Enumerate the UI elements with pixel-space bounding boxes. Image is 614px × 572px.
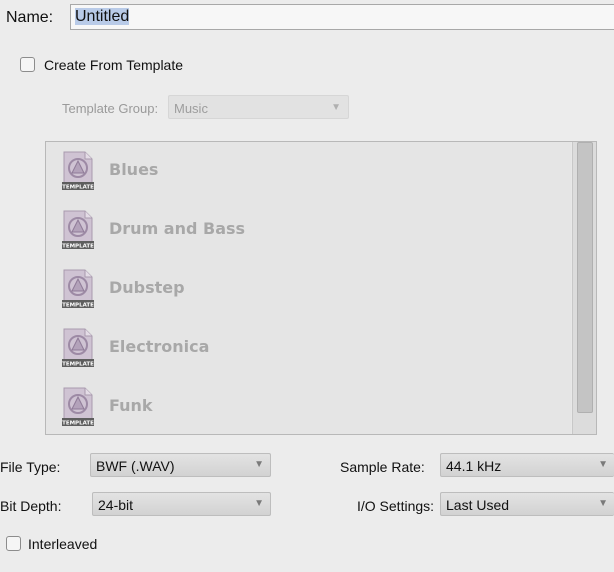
sample-rate-value: 44.1 kHz [446, 458, 502, 474]
sample-rate-select[interactable]: 44.1 kHz ▼ [440, 453, 614, 477]
template-list-item[interactable]: TEMPLATE Drum and Bass [46, 201, 571, 261]
file-type-select[interactable]: BWF (.WAV) ▼ [90, 453, 271, 477]
template-icon-caption: TEMPLATE [62, 362, 94, 368]
template-group-value: Music [174, 101, 208, 116]
file-type-value: BWF (.WAV) [96, 458, 175, 474]
template-list-item[interactable]: TEMPLATE Blues [46, 142, 571, 202]
bit-depth-select[interactable]: 24-bit ▼ [92, 492, 271, 516]
template-name: Dubstep [109, 278, 185, 297]
template-file-icon: TEMPLATE [61, 210, 95, 250]
template-file-icon: TEMPLATE [61, 387, 95, 427]
template-name: Electronica [109, 337, 210, 356]
io-settings-value: Last Used [446, 497, 510, 513]
template-file-icon: TEMPLATE [61, 151, 95, 191]
template-icon-caption: TEMPLATE [62, 303, 94, 309]
scrollbar-thumb[interactable] [577, 142, 593, 413]
session-name-value: Untitled [75, 8, 130, 25]
name-label: Name: [6, 9, 54, 26]
file-type-label: File Type: [0, 459, 61, 475]
sample-rate-label: Sample Rate: [340, 459, 425, 475]
chevron-down-icon: ▼ [254, 498, 264, 509]
interleaved-label[interactable]: Interleaved [28, 536, 97, 552]
bit-depth-label: Bit Depth: [0, 498, 62, 514]
template-icon-caption: TEMPLATE [62, 185, 94, 191]
template-file-icon: TEMPLATE [61, 328, 95, 368]
create-from-template-label[interactable]: Create From Template [44, 57, 183, 73]
session-name-input[interactable]: Untitled [70, 4, 614, 30]
template-file-icon: TEMPLATE [61, 269, 95, 309]
template-list[interactable]: TEMPLATE Blues TEMPLATE Drum and Bass TE… [45, 141, 597, 435]
create-from-template-checkbox[interactable] [20, 57, 35, 72]
chevron-down-icon: ▼ [331, 102, 341, 113]
template-group-select[interactable]: Music ▼ [168, 95, 349, 119]
io-settings-select[interactable]: Last Used ▼ [440, 492, 614, 516]
chevron-down-icon: ▼ [254, 459, 264, 470]
interleaved-checkbox[interactable] [6, 536, 21, 551]
io-settings-label: I/O Settings: [357, 498, 435, 514]
template-list-item[interactable]: TEMPLATE Funk [46, 378, 571, 434]
chevron-down-icon: ▼ [598, 459, 608, 470]
template-list-scrollbar[interactable] [572, 142, 596, 434]
template-icon-caption: TEMPLATE [62, 244, 94, 250]
template-name: Drum and Bass [109, 219, 246, 238]
template-group-label: Template Group: [62, 101, 159, 116]
template-name: Blues [109, 160, 159, 179]
chevron-down-icon: ▼ [598, 498, 608, 509]
bit-depth-value: 24-bit [98, 497, 134, 513]
template-name: Funk [109, 396, 153, 415]
template-icon-caption: TEMPLATE [62, 421, 94, 427]
template-list-item[interactable]: TEMPLATE Dubstep [46, 260, 571, 320]
template-list-item[interactable]: TEMPLATE Electronica [46, 319, 571, 379]
